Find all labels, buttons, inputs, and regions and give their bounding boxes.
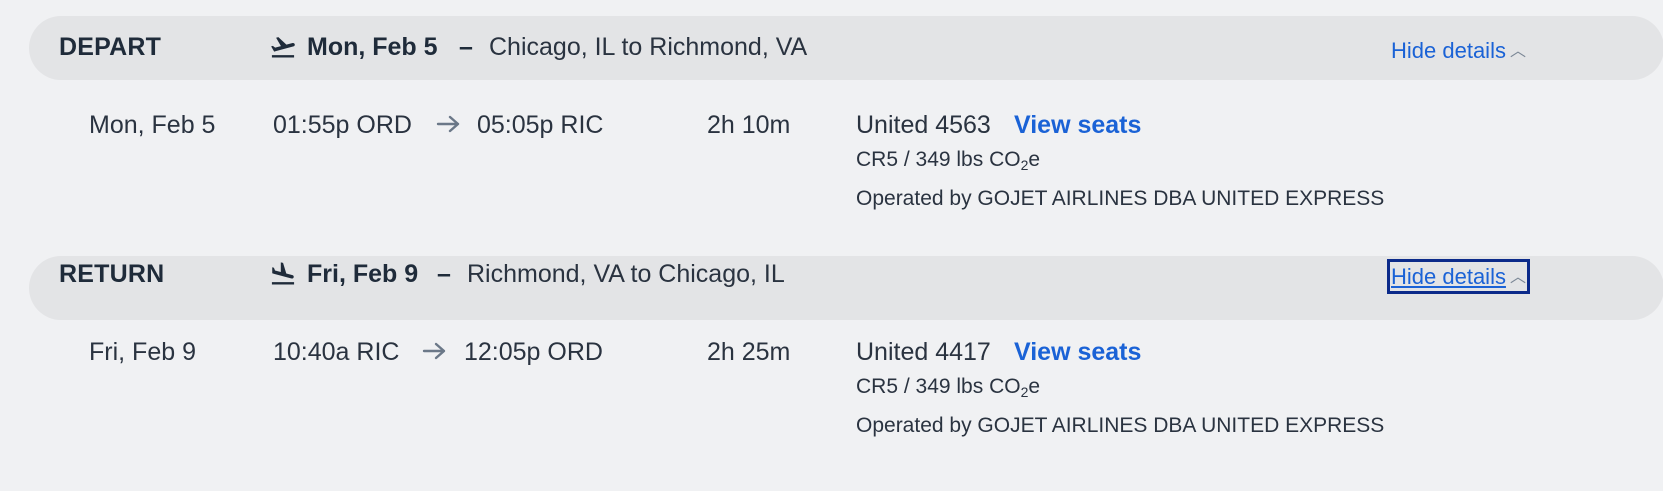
return-segment-date: Fri, Feb 9 [89,338,196,366]
depart-emissions-suffix: e [1028,148,1041,171]
depart-operated-by: Operated by GOJET AIRLINES DBA UNITED EX… [856,187,1385,210]
depart-segment-arrival: 05:05p RIC [477,111,604,139]
depart-label: DEPART [59,33,162,61]
depart-aircraft-emissions: CR5 / 349 lbs CO2e [856,148,1040,173]
airplane-takeoff-icon [271,37,295,58]
depart-header-route: Chicago, IL to Richmond, VA [489,33,808,61]
itinerary-details: DEPART Mon, Feb 5 – Chicago, IL to Richm… [0,0,1663,491]
return-segment-departure: 10:40a RIC [273,338,400,366]
return-segment-arrival: 12:05p ORD [464,338,603,366]
return-emissions-prefix: CR5 / 349 lbs CO [856,375,1021,398]
return-header-dash: – [437,260,451,288]
arrow-right-icon [436,115,460,133]
return-hide-details-link[interactable]: Hide details ︿ [1387,259,1530,294]
return-view-seats-link[interactable]: View seats [1014,338,1141,367]
depart-segment-departure: 01:55p ORD [273,111,412,139]
depart-view-seats-link[interactable]: View seats [1014,111,1141,140]
depart-hide-details-label: Hide details [1391,38,1506,63]
return-aircraft-emissions: CR5 / 349 lbs CO2e [856,375,1040,400]
chevron-up-icon: ︿ [1509,269,1526,286]
return-flight-number: United 4417 [856,338,991,366]
arrow-right-icon [422,342,446,360]
depart-header-date: Mon, Feb 5 [307,33,438,61]
depart-header-dash: – [459,33,473,61]
depart-segment-date: Mon, Feb 5 [89,111,216,139]
depart-emissions-prefix: CR5 / 349 lbs CO [856,148,1021,171]
return-emissions-suffix: e [1028,375,1041,398]
depart-segment-duration: 2h 10m [707,111,791,139]
return-label: RETURN [59,260,165,288]
airplane-landing-icon [271,262,295,285]
depart-flight-number: United 4563 [856,111,991,139]
chevron-up-icon: ︿ [1509,43,1526,60]
return-hide-details-label: Hide details [1391,264,1506,289]
return-header-date: Fri, Feb 9 [307,260,419,288]
return-segment-duration: 2h 25m [707,338,791,366]
depart-hide-details-link[interactable]: Hide details ︿ [1391,37,1526,64]
return-operated-by: Operated by GOJET AIRLINES DBA UNITED EX… [856,414,1385,437]
return-header-route: Richmond, VA to Chicago, IL [467,260,785,288]
